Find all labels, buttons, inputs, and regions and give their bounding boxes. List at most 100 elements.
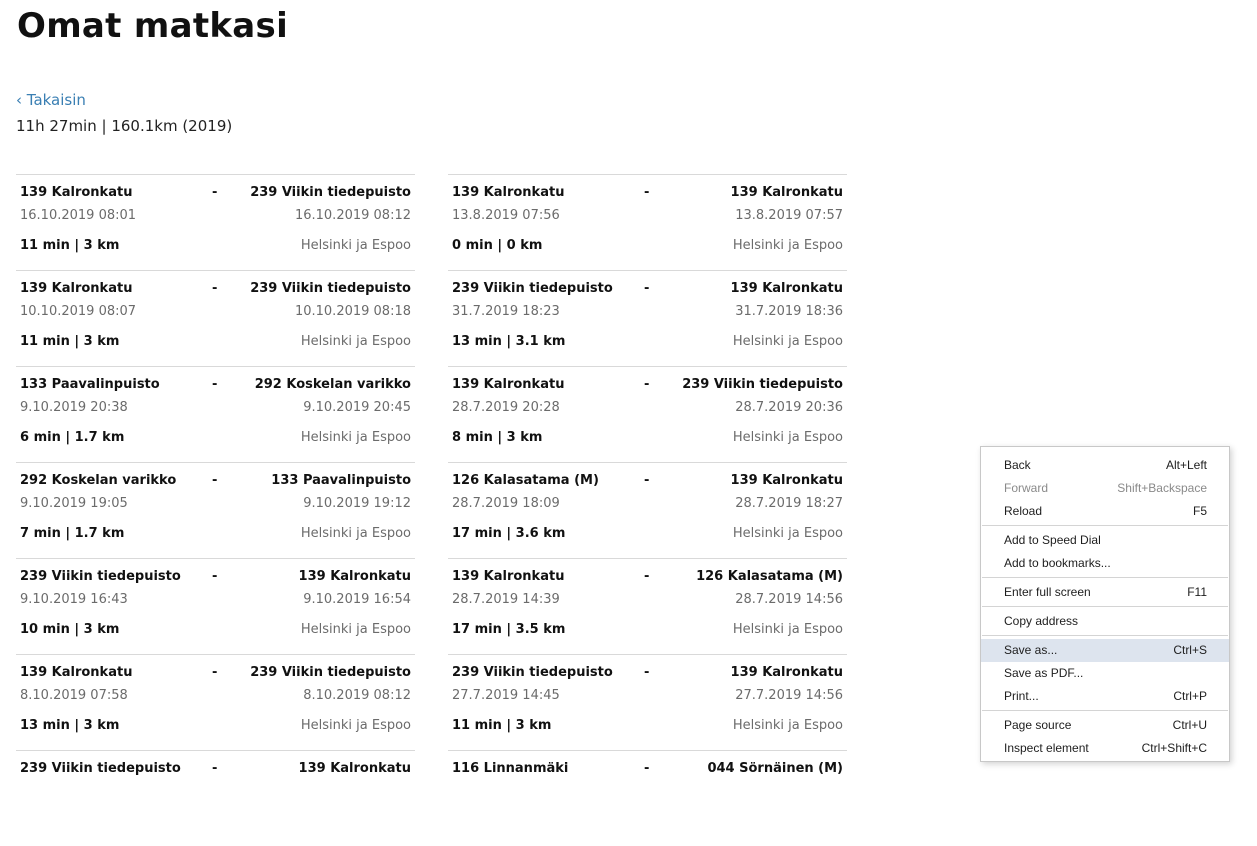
trip-start-time: 9.10.2019 20:38	[20, 400, 128, 415]
trip-to-station: 239 Viikin tiedepuisto	[250, 665, 411, 680]
trip-end-time: 9.10.2019 19:12	[303, 496, 411, 511]
trip-region: Helsinki ja Espoo	[300, 334, 411, 349]
ctx-page-source[interactable]: Page source Ctrl+U	[981, 714, 1229, 737]
trip-list-right: 139 Kalronkatu - 139 Kalronkatu 13.8.2019 0…	[448, 174, 847, 846]
trip-region: Helsinki ja Espoo	[732, 526, 843, 541]
menu-separator	[982, 606, 1228, 607]
trip-to-station: 139 Kalronkatu	[298, 569, 411, 584]
trip-row[interactable]: 139 Kalronkatu - 239 Viikin tiedepuisto 16.…	[16, 174, 415, 270]
trip-region: Helsinki ja Espoo	[300, 238, 411, 253]
menu-item-shortcut: Shift+Backspace	[1117, 481, 1207, 495]
trip-stats: 6 min | 1.7 km	[20, 430, 125, 445]
trip-end-time: 28.7.2019 20:36	[735, 400, 843, 415]
trip-separator: -	[644, 665, 650, 680]
trip-separator: -	[644, 473, 650, 488]
trip-stats: 7 min | 1.7 km	[20, 526, 125, 541]
trip-list-left: 139 Kalronkatu - 239 Viikin tiedepuisto 16.…	[16, 174, 415, 846]
menu-item-label: Add to Speed Dial	[1004, 533, 1101, 547]
trip-end-time: 28.7.2019 18:27	[735, 496, 843, 511]
trip-from-station: 139 Kalronkatu	[452, 569, 565, 584]
menu-item-shortcut: Ctrl+Shift+C	[1141, 741, 1207, 755]
trip-separator: -	[212, 377, 218, 392]
trip-end-time: 16.10.2019 08:12	[294, 208, 411, 223]
trip-stats: 11 min | 3 km	[20, 334, 120, 349]
menu-separator	[982, 635, 1228, 636]
trip-separator: -	[644, 569, 650, 584]
menu-item-shortcut: F5	[1192, 504, 1207, 518]
trip-to-station: 139 Kalronkatu	[730, 185, 843, 200]
trip-stats: 11 min | 3 km	[452, 718, 552, 733]
trip-to-station: 133 Paavalinpuisto	[271, 473, 411, 488]
ctx-copy-address[interactable]: Copy address	[981, 610, 1229, 633]
trip-end-time: 10.10.2019 08:18	[294, 304, 411, 319]
page-title: Omat matkasi	[17, 6, 289, 46]
context-menu: Back Alt+Left Forward Shift+Backspace Reload…	[980, 446, 1230, 762]
trip-region: Helsinki ja Espoo	[300, 718, 411, 733]
ctx-save-as[interactable]: Save as... Ctrl+S	[981, 639, 1229, 662]
ctx-full-screen[interactable]: Enter full screen F11	[981, 581, 1229, 604]
ctx-reload[interactable]: Reload F5	[981, 500, 1229, 523]
trip-start-time: 10.10.2019 08:07	[20, 304, 137, 319]
trip-start-time: 13.8.2019 07:56	[452, 208, 560, 223]
trip-row[interactable]: 239 Viikin tiedepuisto - 139 Kalronkatu 9.1…	[16, 558, 415, 654]
ctx-add-bookmarks[interactable]: Add to bookmarks...	[981, 552, 1229, 575]
menu-item-label: Print...	[1004, 689, 1039, 703]
menu-item-label: Save as...	[1004, 643, 1058, 657]
menu-item-label: Enter full screen	[1004, 585, 1091, 599]
back-link[interactable]: ‹ Takaisin	[16, 91, 86, 109]
ctx-inspect[interactable]: Inspect element Ctrl+Shift+C	[981, 737, 1229, 760]
trip-end-time: 8.10.2019 08:12	[303, 688, 411, 703]
trip-from-station: 239 Viikin tiedepuisto	[452, 281, 613, 296]
trip-from-station: 133 Paavalinpuisto	[20, 377, 160, 392]
trip-row[interactable]: 292 Koskelan varikko - 133 Paavalinpuisto 9…	[16, 462, 415, 558]
trip-start-time: 8.10.2019 07:58	[20, 688, 128, 703]
trip-region: Helsinki ja Espoo	[300, 526, 411, 541]
ctx-save-pdf[interactable]: Save as PDF...	[981, 662, 1229, 685]
ctx-forward[interactable]: Forward Shift+Backspace	[981, 477, 1229, 500]
trip-to-station: 139 Kalronkatu	[730, 473, 843, 488]
trip-to-station: 292 Koskelan varikko	[254, 377, 411, 392]
trip-to-station: 239 Viikin tiedepuisto	[250, 185, 411, 200]
trip-from-station: 292 Koskelan varikko	[20, 473, 177, 488]
ctx-back[interactable]: Back Alt+Left	[981, 454, 1229, 477]
menu-separator	[982, 710, 1228, 711]
trip-row[interactable]: 116 Linnanmäki -044 Sörnäinen (M)	[448, 750, 847, 846]
trip-from-station: 239 Viikin tiedepuisto	[452, 665, 613, 680]
trip-from-station: 139 Kalronkatu	[452, 377, 565, 392]
menu-item-label: Copy address	[1004, 614, 1079, 628]
trip-separator: -	[644, 185, 650, 200]
menu-item-shortcut: F11	[1187, 585, 1207, 599]
trip-to-station: 139 Kalronkatu	[730, 665, 843, 680]
ctx-print[interactable]: Print... Ctrl+P	[981, 685, 1229, 708]
trip-from-station: 139 Kalronkatu	[452, 185, 565, 200]
trip-region: Helsinki ja Espoo	[732, 334, 843, 349]
trip-row[interactable]: 126 Kalasatama (M) - 139 Kalronkatu 28.7.20…	[448, 462, 847, 558]
trip-row[interactable]: 139 Kalronkatu - 239 Viikin tiedepuisto 10.…	[16, 270, 415, 366]
trip-row[interactable]: 239 Viikin tiedepuisto -139 Kalronkatu	[16, 750, 415, 846]
trip-row[interactable]: 139 Kalronkatu - 139 Kalronkatu 13.8.2019 0…	[448, 174, 847, 270]
menu-item-label: Save as PDF...	[1004, 666, 1084, 680]
ctx-add-speed-dial[interactable]: Add to Speed Dial	[981, 529, 1229, 552]
trip-row[interactable]: 239 Viikin tiedepuisto - 139 Kalronkatu 31.…	[448, 270, 847, 366]
trip-row[interactable]: 139 Kalronkatu - 126 Kalasatama (M) 28.7.20…	[448, 558, 847, 654]
menu-separator	[982, 577, 1228, 578]
trip-row[interactable]: 239 Viikin tiedepuisto - 139 Kalronkatu 27.…	[448, 654, 847, 750]
menu-item-label: Inspect element	[1004, 741, 1089, 755]
trip-to-station: 126 Kalasatama (M)	[696, 569, 843, 584]
trip-from-station: 139 Kalronkatu	[20, 185, 133, 200]
trip-row[interactable]: 139 Kalronkatu - 239 Viikin tiedepuisto 8.1…	[16, 654, 415, 750]
trip-end-time: 31.7.2019 18:36	[735, 304, 843, 319]
trip-end-time: 9.10.2019 20:45	[303, 400, 411, 415]
trip-stats: 17 min | 3.5 km	[452, 622, 566, 637]
trip-summary: 11h 27min | 160.1km (2019)	[16, 117, 233, 135]
menu-item-label: Reload	[1004, 504, 1043, 518]
trip-end-time: 9.10.2019 16:54	[303, 592, 411, 607]
trip-region: Helsinki ja Espoo	[732, 718, 843, 733]
trip-start-time: 28.7.2019 18:09	[452, 496, 560, 511]
trip-row[interactable]: 133 Paavalinpuisto - 292 Koskelan varikko 9…	[16, 366, 415, 462]
trip-separator: -	[212, 473, 218, 488]
trip-row[interactable]: 139 Kalronkatu - 239 Viikin tiedepuisto 28.…	[448, 366, 847, 462]
trip-start-time: 9.10.2019 19:05	[20, 496, 128, 511]
trip-to-station: 139 Kalronkatu	[730, 281, 843, 296]
trip-separator: -	[212, 569, 218, 584]
